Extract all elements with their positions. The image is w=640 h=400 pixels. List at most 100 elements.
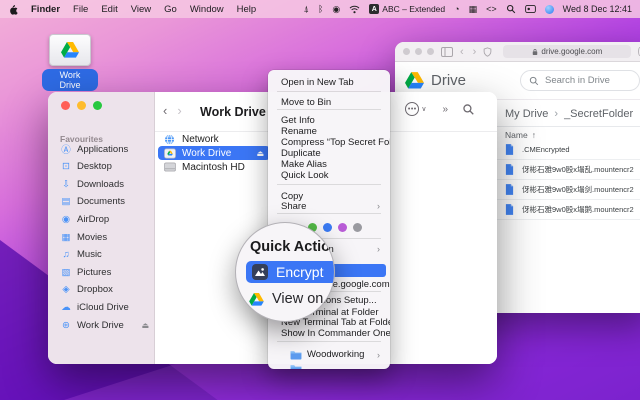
magnifier-loupe: Quick Action Encrypt View on G [235,222,335,322]
airdrop-icon: ◉ [60,214,72,225]
zoom-icon[interactable] [93,101,102,110]
sidebar-toggle-icon[interactable] [441,47,453,57]
menu-item-show-in-commander-one[interactable]: Show In Commander One [272,328,386,339]
sidebar-item-icloud-drive[interactable]: ☁iCloud Drive [54,299,149,315]
menu-item-share[interactable]: Share› [272,201,386,212]
keyboard-icon[interactable]: ▦ [469,5,478,14]
files-column-header[interactable]: Name ↑ [505,130,536,140]
window-controls[interactable] [61,101,102,110]
menu-item-compress-top-secret-folder[interactable]: Compress “Top Secret Folder” [272,137,386,148]
sidebar-item-airdrop[interactable]: ◉AirDrop [54,211,149,227]
toolbar-overflow-icon[interactable]: » [442,104,446,115]
breadcrumb-current[interactable]: _SecretFolder [564,108,633,120]
code-icon[interactable]: <> [486,5,497,14]
sidebar-item-music[interactable]: ♫Music [54,247,149,263]
window-title: Work Drive [200,105,266,119]
search-icon[interactable] [462,103,475,116]
context-menu: Open in New Tab Move to Bin Get InfoRename… [268,70,390,369]
sidebar-item-label: Applications [77,144,128,155]
menubar-clock[interactable]: Wed 8 Dec 12:41 [563,4,632,14]
input-source-badge[interactable]: AABC – Extended [369,4,445,14]
finder-sidebar: FavouritesⒶApplications⊡Desktop⇩Download… [48,92,155,364]
menu-help[interactable]: Help [237,4,257,15]
menu-edit[interactable]: Edit [101,4,117,15]
file-row[interactable]: .CMEncrypted [495,140,640,160]
file-row[interactable]: 伢彬石雅9w0殴x塌剑.mountencr2 [495,180,640,200]
forward-icon[interactable]: › [473,46,477,58]
finder-row-macintosh-hd[interactable]: Macintosh HD [158,160,270,174]
drive-search-box[interactable]: Search in Drive [520,70,640,91]
actions-menu-icon[interactable]: •••∨ [405,102,426,116]
encrypt-label: Encrypt [276,264,323,280]
time-machine-icon[interactable]: ◔ [454,5,459,14]
menu-item-rename[interactable]: Rename [272,126,386,137]
menu-item-move-to-bin[interactable]: Move to Bin [272,97,386,108]
back-icon[interactable]: ‹ [460,46,464,58]
eject-icon[interactable]: ⏏ [141,321,149,330]
sidebar-item-work-drive[interactable]: ⊛Work Drive⏏ [54,317,149,333]
menu-window[interactable]: Window [190,4,224,15]
menubar-status: ⍋ ᛒ ◉ AABC – Extended ◔ ▦ <> Wed 8 Dec 12:41 [304,4,632,14]
google-drive-logo-icon[interactable] [405,72,424,89]
breadcrumb-root[interactable]: My Drive [505,108,548,120]
finder-row-label: Network [182,134,219,145]
browser-titlebar[interactable]: ‹ › drive.google.com [395,42,640,62]
eject-icon[interactable]: ⏏ [256,149,264,158]
file-row[interactable]: 伢彬石雅9w0殴x塌鹅.mountencr2 [495,200,640,220]
sidebar-item-pictures[interactable]: ▧Pictures [54,264,149,280]
sidebar-item-label: Pictures [77,267,111,278]
file-doc-icon [505,204,514,215]
finder-row-network[interactable]: Network [158,132,270,146]
sidebar-item-label: Music [77,249,102,260]
control-center-icon[interactable] [525,5,536,13]
menu-item-woodworking[interactable]: Woodworking› [272,347,386,362]
breadcrumb: My Drive › _SecretFolder ▾ [505,108,640,120]
app-status-icon[interactable] [545,5,554,14]
tree-icon[interactable]: ⍋ [304,5,309,14]
input-source-label: ABC – Extended [382,4,445,14]
sidebar-item-documents[interactable]: ▤Documents [54,194,149,210]
menu-item-get-info[interactable]: Get Info [272,115,386,126]
spotlight-icon[interactable] [506,4,516,14]
desktop: Finder File Edit View Go Window Help ⍋ ᛒ ◉ AABC –… [0,0,640,400]
bluetooth-icon[interactable]: ᛒ [318,5,323,14]
menu-item-label: Get Info [281,115,315,126]
sidebar-item-movies[interactable]: ▦Movies [54,229,149,245]
menu-finder[interactable]: Finder [31,4,60,15]
menu-item-label: Woodworking [307,349,364,360]
shield-icon[interactable] [483,47,492,57]
tag-color-icon[interactable] [353,223,362,232]
finder-row-work-drive[interactable]: Work Drive⏏ [158,146,270,160]
address-bar[interactable]: drive.google.com [503,45,631,58]
menu-file[interactable]: File [73,4,88,15]
sidebar-item-applications[interactable]: ⒶApplications [54,141,149,157]
menu-item-duplicate[interactable]: Duplicate [272,148,386,159]
tag-color-icon[interactable] [338,223,347,232]
forward-icon[interactable]: › [177,103,181,118]
view-on-drive-menu-item[interactable]: View on G [249,288,335,310]
sidebar-item-downloads[interactable]: ⇩Downloads [54,176,149,192]
wifi-icon[interactable] [349,5,360,14]
close-icon[interactable] [61,101,70,110]
menu-view[interactable]: View [131,4,151,15]
drive-logo-text: Drive [431,72,466,89]
menu-go[interactable]: Go [164,4,177,15]
encrypt-menu-item[interactable]: Encrypt [246,261,335,283]
sidebar-item-dropbox[interactable]: ◈Dropbox [54,282,149,298]
sidebar-item-desktop[interactable]: ⊡Desktop [54,159,149,175]
internal-drive-icon [164,162,176,172]
menu-item-make-alias[interactable]: Make Alias [272,159,386,170]
desktop-icon-work-drive[interactable]: Work Drive [42,34,98,93]
sort-arrow-icon[interactable]: ↑ [532,130,536,140]
tag-color-icon[interactable] [323,223,332,232]
menu-item-open-in-new-tab[interactable]: Open in New Tab [272,77,386,88]
minimize-icon[interactable] [77,101,86,110]
file-name: .CMEncrypted [522,145,570,154]
back-icon[interactable]: ‹ [163,103,167,118]
window-controls[interactable] [403,48,434,55]
search-placeholder: Search in Drive [545,75,610,86]
file-row[interactable]: 伢彬石雅9w0殴x塌乱.mountencr2 [495,160,640,180]
play-circle-icon[interactable]: ◉ [332,5,340,14]
menu-item-quick-look[interactable]: Quick Look [272,170,386,181]
apple-icon[interactable] [8,4,18,15]
